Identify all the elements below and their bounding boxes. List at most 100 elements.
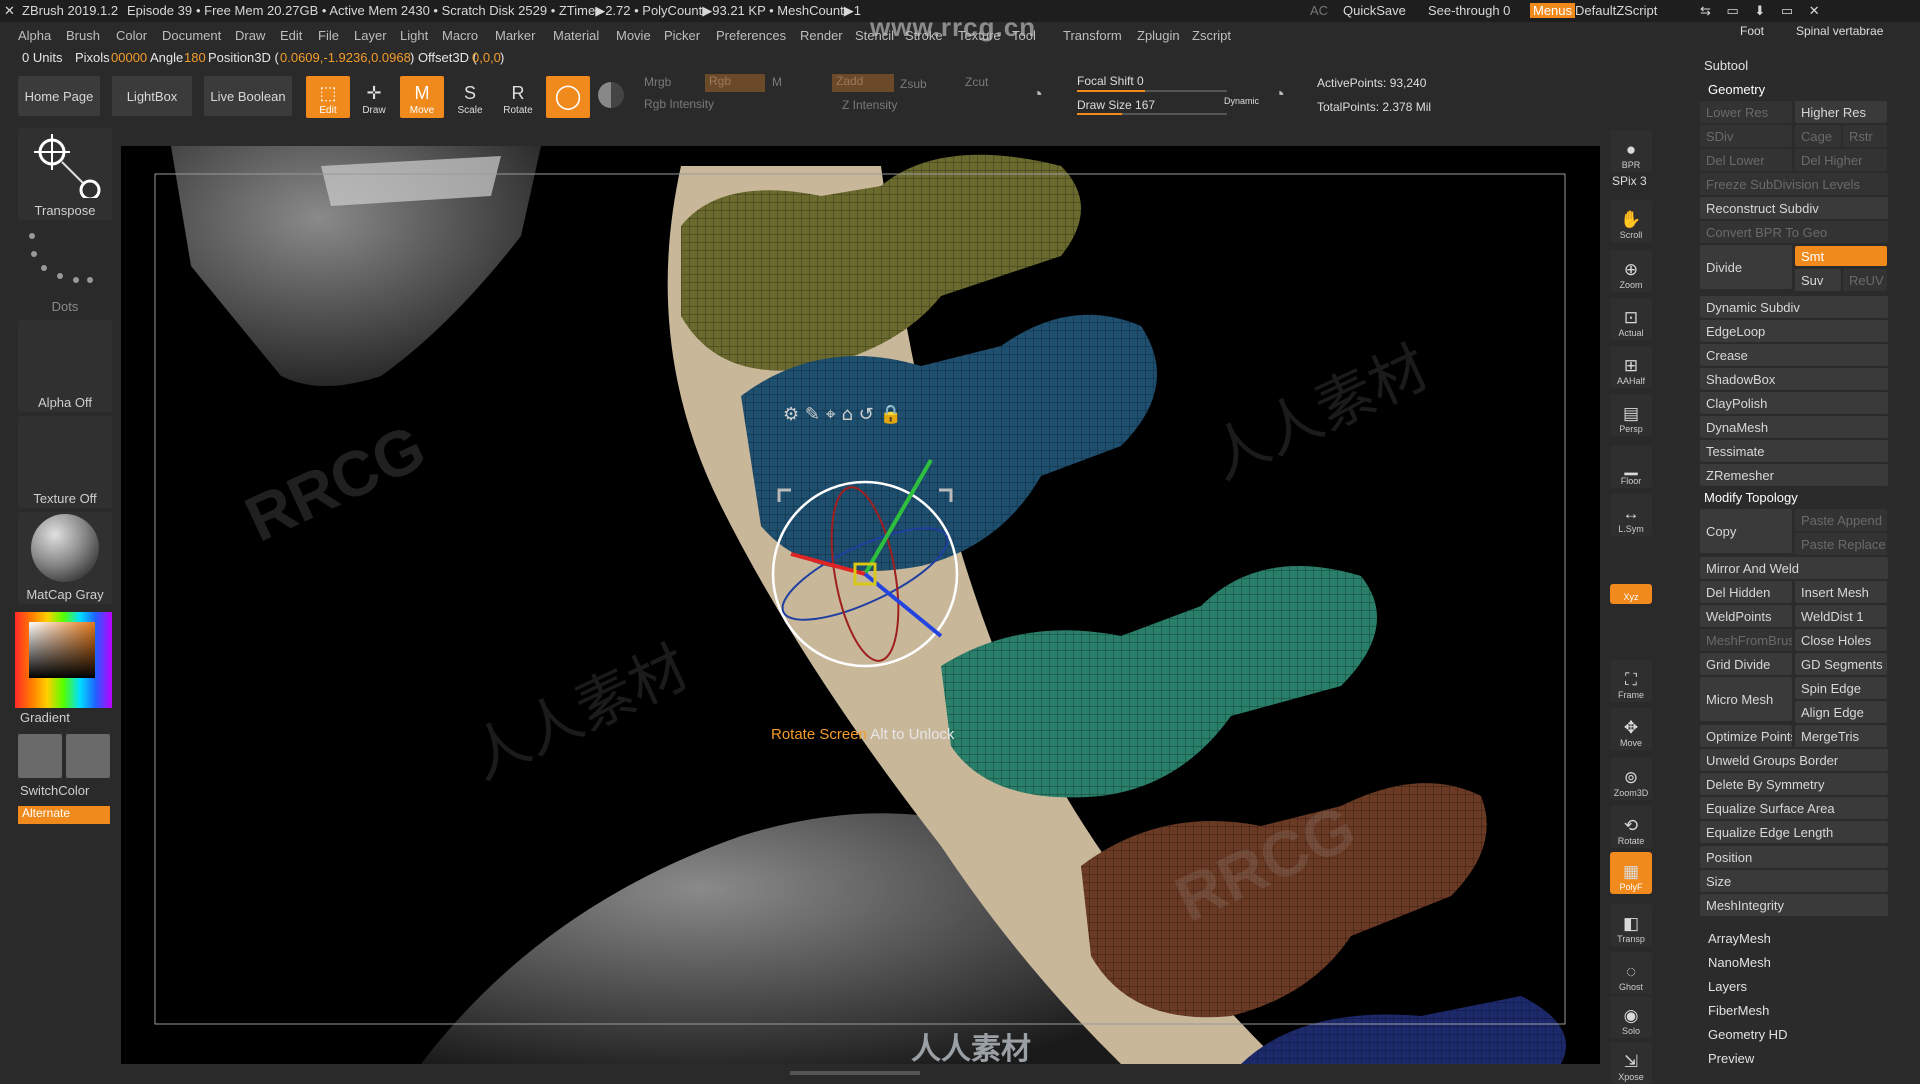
del-lower-button[interactable]: Del Lower — [1700, 149, 1792, 171]
menu-texture[interactable]: Texture — [958, 28, 1001, 43]
micro-mesh-button[interactable]: Micro Mesh — [1700, 677, 1792, 721]
gd-segments-slider[interactable]: GD Segments 3 — [1795, 653, 1887, 675]
rotate-mode-button[interactable]: R Rotate — [496, 76, 540, 118]
transpose-slot[interactable]: Transpose — [18, 128, 112, 220]
unweld-groups-border-button[interactable]: Unweld Groups Border — [1700, 749, 1888, 771]
grid-divide-button[interactable]: Grid Divide — [1700, 653, 1792, 675]
section-position[interactable]: Position — [1700, 846, 1888, 868]
lightbox-button[interactable]: LightBox — [112, 76, 192, 116]
ghost-button[interactable]: ◌ Ghost — [1610, 952, 1652, 994]
section-crease[interactable]: Crease — [1700, 344, 1888, 366]
section-nanomesh[interactable]: NanoMesh — [1708, 955, 1771, 970]
section-dynamic-subdiv[interactable]: Dynamic Subdiv — [1700, 296, 1888, 318]
mesh-from-brush-button[interactable]: MeshFromBrush — [1700, 629, 1792, 651]
zsub-button[interactable]: Zsub — [900, 77, 927, 91]
draw-mode-button[interactable]: ✛ Draw — [352, 76, 396, 118]
divide-button[interactable]: Divide — [1700, 245, 1792, 289]
cage-button[interactable]: Cage — [1795, 125, 1841, 147]
sphere-toggle-icon[interactable] — [598, 82, 624, 108]
secondary-color-swatch[interactable] — [66, 734, 110, 778]
subtool-thumb-foot[interactable]: Foot — [1740, 24, 1764, 38]
section-geometry-hd[interactable]: Geometry HD — [1708, 1027, 1787, 1042]
del-hidden-button[interactable]: Del Hidden — [1700, 581, 1792, 603]
xpose-button[interactable]: ⇲ Xpose — [1610, 1042, 1652, 1084]
menu-layer[interactable]: Layer — [354, 28, 387, 43]
main-color-swatch[interactable] — [18, 734, 62, 778]
section-preview[interactable]: Preview — [1708, 1051, 1754, 1066]
zoom-button[interactable]: ⊕ Zoom — [1610, 250, 1652, 292]
section-claypolish[interactable]: ClayPolish — [1700, 392, 1888, 414]
gizmo-toggle-button[interactable]: ◯ — [546, 76, 590, 118]
scale-mode-button[interactable]: S Scale — [448, 76, 492, 118]
delete-by-symmetry-button[interactable]: Delete By Symmetry — [1700, 773, 1888, 795]
freeze-subdivision-button[interactable]: Freeze SubDivision Levels — [1700, 173, 1888, 195]
rstr-button[interactable]: Rstr — [1843, 125, 1887, 147]
solo-button[interactable]: ◉ Solo — [1610, 996, 1652, 1038]
menu-marker[interactable]: Marker — [495, 28, 535, 43]
switch-color-button[interactable]: SwitchColor — [20, 783, 89, 798]
section-size[interactable]: Size — [1700, 870, 1888, 892]
section-edgeloop[interactable]: EdgeLoop — [1700, 320, 1888, 342]
menu-color[interactable]: Color — [116, 28, 147, 43]
zadd-button[interactable]: Zadd — [832, 74, 894, 92]
menu-alpha[interactable]: Alpha — [18, 28, 51, 43]
actual-button[interactable]: ⊡ Actual — [1610, 298, 1652, 340]
menus-toggle[interactable]: Menus — [1530, 3, 1576, 18]
see-through-slider[interactable]: See-through 0 — [1428, 3, 1510, 18]
move-mode-button[interactable]: M Move — [400, 76, 444, 118]
weld-dist-slider[interactable]: WeldDist 1 — [1795, 605, 1887, 627]
convert-bpr-button[interactable]: Convert BPR To Geo — [1700, 221, 1888, 243]
equalize-edge-length-button[interactable]: Equalize Edge Length — [1700, 821, 1888, 843]
menu-light[interactable]: Light — [400, 28, 428, 43]
paste-append-button[interactable]: Paste Append — [1795, 509, 1887, 531]
mirror-and-weld-button[interactable]: Mirror And Weld — [1700, 557, 1888, 579]
polyf-button[interactable]: ▦ PolyF — [1610, 852, 1652, 894]
menu-tool[interactable]: Tool — [1012, 28, 1036, 43]
section-fibermesh[interactable]: FiberMesh — [1708, 1003, 1769, 1018]
rotate-button[interactable]: ⟲ Rotate — [1610, 806, 1652, 848]
mrgb-button[interactable]: Mrgb — [644, 75, 671, 89]
higher-res-button[interactable]: Higher Res — [1795, 101, 1887, 123]
reuv-toggle[interactable]: ReUV — [1843, 269, 1887, 291]
alpha-slot[interactable]: Alpha Off — [18, 320, 112, 412]
default-zscript-button[interactable]: DefaultZScript — [1575, 3, 1657, 18]
xyz-button[interactable]: Xyz — [1610, 584, 1652, 604]
section-dynamesh[interactable]: DynaMesh — [1700, 416, 1888, 438]
menu-brush[interactable]: Brush — [66, 28, 100, 43]
menu-zplugin[interactable]: Zplugin — [1137, 28, 1180, 43]
suv-toggle[interactable]: Suv — [1795, 269, 1841, 291]
lower-res-button[interactable]: Lower Res — [1700, 101, 1792, 123]
live-boolean-button[interactable]: Live Boolean — [204, 76, 292, 116]
quicksave-button[interactable]: QuickSave — [1343, 3, 1406, 18]
subtool-section[interactable]: Subtool — [1704, 58, 1748, 73]
transp-button[interactable]: ◧ Transp — [1610, 904, 1652, 946]
edit-mode-button[interactable]: ⬚ Edit — [306, 76, 350, 118]
frame-button[interactable]: ⛶ Frame — [1610, 660, 1652, 702]
section-layers[interactable]: Layers — [1708, 979, 1747, 994]
menu-document[interactable]: Document — [162, 28, 221, 43]
viewport-scrollbar[interactable] — [790, 1071, 920, 1075]
aahalf-button[interactable]: ⊞ AAHalf — [1610, 346, 1652, 388]
menu-transform[interactable]: Transform — [1063, 28, 1122, 43]
close-holes-button[interactable]: Close Holes — [1795, 629, 1887, 651]
section-meshintegrity[interactable]: MeshIntegrity — [1700, 894, 1888, 916]
home-page-button[interactable]: Home Page — [18, 76, 100, 116]
subtool-thumb-spinal[interactable]: Spinal vertabrae — [1796, 24, 1883, 38]
del-higher-button[interactable]: Del Higher — [1795, 149, 1887, 171]
copy-button[interactable]: Copy — [1700, 509, 1792, 553]
menu-edit[interactable]: Edit — [280, 28, 302, 43]
menu-file[interactable]: File — [318, 28, 339, 43]
menu-stroke[interactable]: Stroke — [905, 28, 943, 43]
menu-material[interactable]: Material — [553, 28, 599, 43]
menu-stencil[interactable]: Stencil — [855, 28, 894, 43]
smt-toggle[interactable]: Smt — [1795, 246, 1887, 266]
section-tessimate[interactable]: Tessimate — [1700, 440, 1888, 462]
texture-slot[interactable]: Texture Off — [18, 416, 112, 508]
equalize-surface-area-button[interactable]: Equalize Surface Area — [1700, 797, 1888, 819]
menu-picker[interactable]: Picker — [664, 28, 700, 43]
menu-macro[interactable]: Macro — [442, 28, 478, 43]
dynamic-size-icon[interactable]: ◔ — [1274, 84, 1285, 105]
window-controls-icon[interactable]: ⇆ ▭ ⬇ ▭ ✕ — [1700, 3, 1826, 19]
focal-shift-slider[interactable]: Focal Shift 0 — [1077, 74, 1144, 88]
dynamic-toggle[interactable]: Dynamic — [1224, 96, 1259, 106]
